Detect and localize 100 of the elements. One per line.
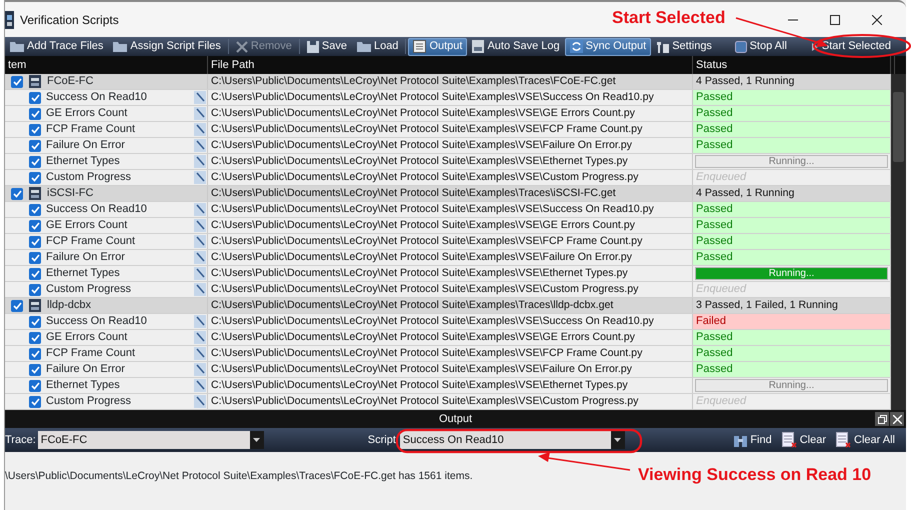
edit-icon bbox=[194, 123, 206, 136]
file-path: C:\Users\Public\Documents\LeCroy\Net Protocol Suite\Examples\VSE\Custom Progress.py bbox=[210, 170, 638, 185]
restore-button[interactable] bbox=[875, 412, 889, 426]
item-name: Success On Read10 bbox=[46, 202, 148, 217]
status-text: Passed bbox=[693, 234, 891, 249]
edit-icon bbox=[194, 251, 206, 264]
field-label: Trace: bbox=[5, 432, 36, 448]
edit-icon bbox=[194, 347, 206, 360]
item-name: FCP Frame Count bbox=[46, 346, 136, 361]
file-path: C:\Users\Public\Documents\LeCroy\Net Protocol Suite\Examples\VSE\Failure On Error.py bbox=[210, 138, 632, 153]
close-icon bbox=[892, 414, 902, 424]
file-path: C:\Users\Public\Documents\LeCroy\Net Protocol Suite\Examples\Traces\FCoE-FC.get bbox=[210, 74, 616, 89]
sync-icon bbox=[570, 40, 583, 53]
toolbar-button[interactable]: Save bbox=[302, 38, 352, 56]
checkbox[interactable] bbox=[29, 364, 41, 376]
toolbar-button[interactable]: Sync Output bbox=[564, 38, 652, 56]
item-name: Custom Progress bbox=[46, 170, 132, 185]
document-delete-icon bbox=[836, 432, 852, 448]
item-name: lldp-dcbx bbox=[47, 298, 92, 313]
file-path: C:\Users\Public\Documents\LeCroy\Net Protocol Suite\Examples\Traces\iSCSI-FC.get bbox=[210, 186, 616, 201]
field-label: Script bbox=[368, 432, 396, 448]
item-name: iSCSI-FC bbox=[47, 186, 94, 201]
maximize-icon bbox=[830, 14, 840, 24]
status-summary: 4 Passed, 1 Running bbox=[695, 74, 794, 89]
checkbox[interactable] bbox=[29, 140, 41, 152]
file-path: C:\Users\Public\Documents\LeCroy\Net Protocol Suite\Examples\VSE\Custom Progress.py bbox=[210, 282, 638, 297]
toolbar-button[interactable]: Settings bbox=[651, 38, 717, 56]
toolbar-button[interactable]: Add Trace Files bbox=[5, 38, 108, 56]
folder-icon bbox=[356, 41, 371, 52]
script-dropdown[interactable]: Success On Read10 bbox=[400, 431, 625, 449]
dropdown-arrow-icon bbox=[614, 438, 622, 442]
window-title: Verification Scripts bbox=[20, 12, 119, 28]
toolbar-button[interactable]: Output bbox=[408, 38, 468, 56]
edit-icon bbox=[194, 219, 206, 232]
item-name: Ethernet Types bbox=[46, 378, 121, 393]
toolbar-button[interactable]: Clear All bbox=[831, 429, 900, 451]
checkbox[interactable] bbox=[29, 316, 41, 328]
file-path: C:\Users\Public\Documents\LeCroy\Net Protocol Suite\Examples\VSE\Ethernet Types.py bbox=[210, 154, 628, 169]
file-path: C:\Users\Public\Documents\LeCroy\Net Protocol Suite\Examples\VSE\Failure On Error.py bbox=[210, 250, 632, 265]
checkbox[interactable] bbox=[29, 204, 41, 216]
status-text: Running... bbox=[768, 156, 816, 168]
checkbox[interactable] bbox=[29, 284, 41, 296]
edit-icon bbox=[194, 155, 206, 168]
checkbox[interactable] bbox=[29, 236, 41, 248]
output-message: \Users\Public\Documents\LeCroy\Net Protocol Suite\Examples\Traces\FCoE-FC.get has 1561 items. bbox=[5, 470, 473, 482]
file-path: C:\Users\Public\Documents\LeCroy\Net Protocol Suite\Examples\VSE\FCP Frame Count.py bbox=[210, 234, 642, 249]
item-name: Success On Read10 bbox=[46, 314, 148, 329]
checkbox[interactable] bbox=[11, 300, 23, 312]
item-name: Ethernet Types bbox=[46, 154, 121, 169]
edit-icon bbox=[194, 283, 206, 296]
status-text: Passed bbox=[693, 362, 891, 377]
checkbox[interactable] bbox=[29, 396, 41, 408]
file-path: C:\Users\Public\Documents\LeCroy\Net Protocol Suite\Examples\VSE\GE Errors Count.py bbox=[210, 330, 635, 345]
annotation-text: Viewing Success on Read 10 bbox=[638, 466, 872, 483]
dropdown-arrow-icon bbox=[253, 438, 260, 442]
status-text: Passed bbox=[693, 346, 891, 361]
checkbox[interactable] bbox=[29, 348, 41, 360]
checkbox[interactable] bbox=[29, 252, 41, 264]
status-text: Passed bbox=[693, 122, 891, 137]
trace-dropdown[interactable]: FCoE-FC bbox=[38, 431, 264, 449]
checkbox[interactable] bbox=[29, 332, 41, 344]
scrollbar[interactable] bbox=[891, 74, 906, 410]
checkbox[interactable] bbox=[29, 124, 41, 136]
item-name: GE Errors Count bbox=[46, 330, 128, 345]
item-name: FCoE-FC bbox=[47, 74, 94, 89]
toolbar-button[interactable]: Auto Save Log bbox=[467, 38, 565, 56]
toolbar-button[interactable]: Assign Script Files bbox=[108, 38, 226, 56]
checkbox[interactable] bbox=[29, 92, 41, 104]
annotation-text: Start Selected bbox=[612, 9, 726, 26]
status-summary: 4 Passed, 1 Running bbox=[695, 186, 794, 201]
cross-icon bbox=[236, 40, 248, 52]
file-path: C:\Users\Public\Documents\LeCroy\Net Protocol Suite\Examples\VSE\FCP Frame Count.py bbox=[210, 346, 642, 361]
file-path: C:\Users\Public\Documents\LeCroy\Net Protocol Suite\Examples\Traces\lldp-dcbx.get bbox=[210, 298, 614, 313]
item-name: Ethernet Types bbox=[46, 266, 121, 281]
checkbox[interactable] bbox=[29, 380, 41, 392]
binoculars-icon bbox=[734, 434, 748, 446]
edit-icon bbox=[194, 91, 206, 104]
edit-icon bbox=[194, 235, 206, 248]
checkbox[interactable] bbox=[29, 156, 41, 168]
document-delete-icon bbox=[782, 432, 797, 448]
toolbar-button[interactable]: Clear bbox=[776, 429, 832, 451]
status-text: Passed bbox=[693, 90, 891, 105]
item-name: FCP Frame Count bbox=[46, 234, 136, 249]
toolbar-button[interactable]: Stop All bbox=[730, 38, 792, 56]
checkbox[interactable] bbox=[29, 220, 41, 232]
checkbox[interactable] bbox=[29, 172, 41, 184]
toolbar-button[interactable]: Load bbox=[352, 38, 404, 56]
document-icon bbox=[413, 40, 426, 53]
checkbox[interactable] bbox=[11, 76, 23, 88]
status-text: Passed bbox=[693, 202, 891, 217]
app-icon bbox=[5, 10, 14, 28]
close-button[interactable] bbox=[890, 412, 904, 426]
checkbox[interactable] bbox=[29, 268, 41, 280]
toolbar-button[interactable]: Find bbox=[729, 429, 777, 451]
item-name: GE Errors Count bbox=[46, 218, 128, 233]
log-icon bbox=[472, 40, 484, 53]
checkbox[interactable] bbox=[11, 188, 23, 200]
file-path: C:\Users\Public\Documents\LeCroy\Net Protocol Suite\Examples\VSE\Success On Read10.py bbox=[210, 90, 654, 105]
checkbox[interactable] bbox=[29, 108, 41, 120]
item-name: Custom Progress bbox=[46, 394, 132, 409]
